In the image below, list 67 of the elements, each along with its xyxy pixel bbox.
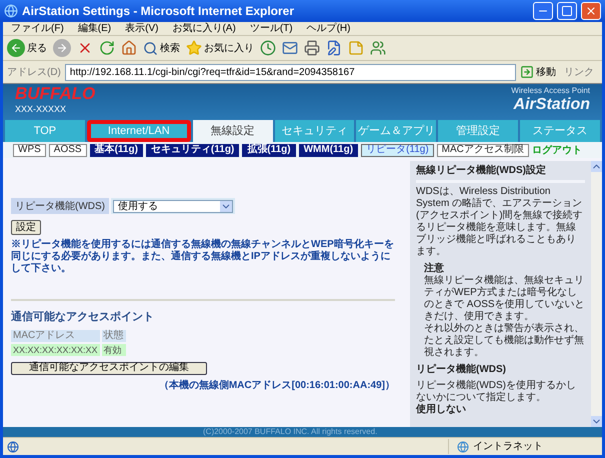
sub-tab[interactable]: WPS	[13, 144, 46, 156]
favorites-button[interactable]: お気に入り	[186, 40, 254, 56]
sub-tab[interactable]: WMM(11g)	[298, 144, 358, 156]
section-title: 通信可能なアクセスポイント	[11, 310, 155, 325]
close-button[interactable]	[581, 2, 601, 20]
menu-item[interactable]: お気に入り(A)	[172, 24, 236, 34]
refresh-icon[interactable]	[99, 40, 115, 56]
edit-access-points-button[interactable]: 通信可能なアクセスポイントの編集	[11, 362, 207, 374]
maximize-button[interactable]	[557, 2, 577, 20]
help-text: WDSは、Wireless Distribution System の略語で、エアステーション(アクセスポイント)間を無線で接続するリピータ機能を意味します。無線ブリッジ機能と呼ばれることもあります。	[416, 186, 584, 258]
go-button[interactable]: 移動	[520, 64, 556, 80]
product-name: AirStation	[514, 96, 590, 114]
field-label: リピータ機能(WDS)	[11, 198, 109, 214]
help-option: 使用しない	[416, 404, 585, 416]
minimize-button[interactable]	[533, 2, 553, 20]
address-field[interactable]: http://192.168.11.1/cgi-bin/cgi?req=tfr&id=15&rand=2094358167	[64, 64, 516, 80]
menu-item[interactable]: ファイル(F)	[11, 24, 64, 34]
help-heading: リピータ機能(WDS)	[416, 364, 507, 376]
product-subtitle: Wireless Access Point	[511, 86, 590, 96]
menu-item[interactable]: 編集(E)	[78, 24, 112, 34]
page-icon	[7, 440, 19, 452]
mail-icon[interactable]	[282, 40, 298, 56]
links-button[interactable]: リンク	[560, 64, 598, 80]
sub-tab[interactable]: 基本(11g)	[90, 144, 143, 156]
help-text: それ以外のときは警告が表示され、たとえ設定しても機能は動作せず無視されます。	[423, 323, 585, 359]
back-arrow-icon	[10, 42, 22, 54]
sub-tab[interactable]: MACアクセス制限	[436, 144, 529, 156]
scroll-down-icon[interactable]	[591, 416, 602, 427]
print-icon[interactable]	[304, 40, 320, 56]
edit-icon[interactable]	[326, 40, 342, 56]
search-icon	[143, 40, 158, 56]
sub-tab[interactable]: AOSS	[48, 144, 87, 156]
model-name: XXX-XXXXX	[15, 104, 68, 114]
column-header: 状態	[102, 330, 126, 342]
repeater-select[interactable]: 使用する	[113, 200, 233, 212]
sub-tab[interactable]: 拡張(11g)	[242, 144, 296, 156]
own-mac-address: （本機の無線側MACアドレス[00:16:01:00:AA:49]）	[158, 378, 395, 392]
note-text: ※リピータ機能を使用するには通信する無線機の無線チャンネルとWEP暗号化キーを同じにする必要があります。また、通信する無線機とIPアドレスが重複しないようにして下さい。	[11, 239, 395, 275]
menu-item[interactable]: ヘルプ(H)	[306, 24, 350, 34]
help-subheading: 注意	[423, 263, 445, 275]
zone-label: イントラネット	[473, 440, 543, 454]
sub-tab[interactable]: セキュリティ(11g)	[146, 144, 240, 156]
maximize-icon	[561, 5, 573, 17]
history-icon[interactable]	[260, 40, 276, 56]
window-title: AirStation Settings - Microsoft Internet Explorer	[22, 3, 296, 20]
submit-button[interactable]: 設定	[11, 220, 41, 235]
help-title: 無線リピータ機能(WDS)設定	[416, 165, 547, 177]
intranet-icon	[457, 440, 469, 452]
table-cell: 有効	[102, 344, 126, 356]
table-cell: XX:XX:XX:XX:XX:XX	[11, 344, 100, 356]
logo: BUFFALO	[15, 84, 96, 104]
column-header: MACアドレス	[11, 330, 100, 342]
nav-tab[interactable]: 無線設定	[192, 120, 273, 142]
browser-icon	[4, 4, 18, 18]
scroll-up-icon[interactable]	[591, 161, 602, 172]
star-icon	[186, 40, 202, 56]
menu-item[interactable]: 表示(V)	[125, 24, 158, 34]
home-icon[interactable]	[121, 40, 137, 56]
search-button[interactable]: 検索	[143, 40, 180, 56]
back-button[interactable]: 戻る	[7, 39, 47, 57]
sub-tab[interactable]: リピータ(11g)	[361, 144, 434, 156]
close-icon	[585, 5, 597, 17]
copyright: (C)2000-2007 BUFFALO INC. All rights reserved.	[203, 428, 378, 436]
address-label: アドレス(D)	[7, 66, 61, 80]
help-text: 無線リピータ機能は、無線セキュリティがWEP方式または暗号化なしのときで AOSSを使用していないときだけ、使用できます。	[423, 275, 585, 322]
menu-item[interactable]: ツール(T)	[250, 24, 293, 34]
help-text: リピータ機能(WDS)を使用するかしないかについて指定します。	[416, 380, 577, 404]
